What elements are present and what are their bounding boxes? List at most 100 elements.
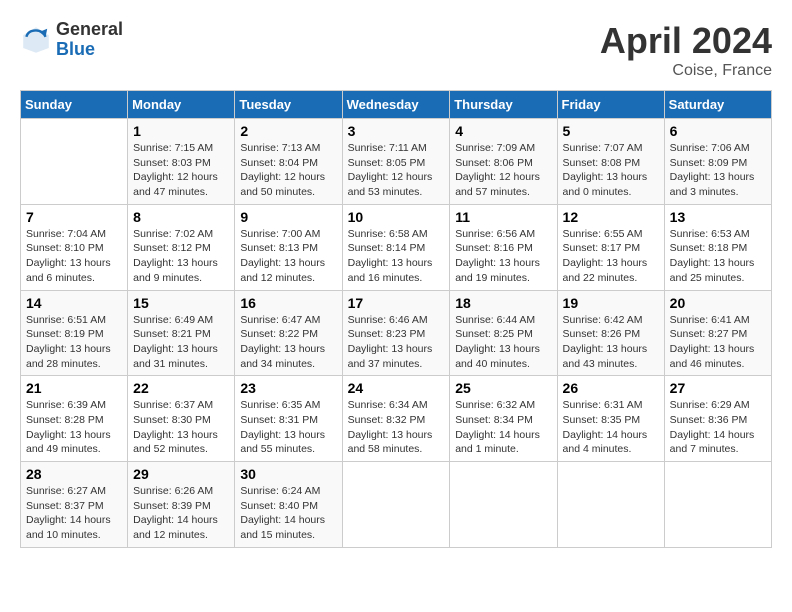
day-info: Sunrise: 7:06 AMSunset: 8:09 PMDaylight:… bbox=[670, 141, 766, 200]
location: Coise, France bbox=[600, 62, 772, 80]
logo-icon bbox=[20, 24, 52, 56]
week-row-2: 7Sunrise: 7:04 AMSunset: 8:10 PMDaylight… bbox=[21, 204, 772, 290]
day-cell: 5Sunrise: 7:07 AMSunset: 8:08 PMDaylight… bbox=[557, 119, 664, 205]
day-number: 3 bbox=[348, 123, 445, 139]
day-number: 2 bbox=[240, 123, 336, 139]
day-info: Sunrise: 6:29 AMSunset: 8:36 PMDaylight:… bbox=[670, 398, 766, 457]
day-cell: 21 Sunrise: 6:39 AMSunset: 8:28 PMDayligh… bbox=[21, 376, 128, 462]
day-cell: 19 Sunrise: 6:42 AMSunset: 8:26 PMDayligh… bbox=[557, 290, 664, 376]
header-row: SundayMondayTuesdayWednesdayThursdayFrid… bbox=[21, 91, 772, 119]
day-number: 6 bbox=[670, 123, 766, 139]
day-cell: 13Sunrise: 6:53 AMSunset: 8:18 PMDayligh… bbox=[664, 204, 771, 290]
day-cell: 6 Sunrise: 7:06 AMSunset: 8:09 PMDaylight… bbox=[664, 119, 771, 205]
day-info: Sunrise: 6:46 AMSunset: 8:23 PMDaylight:… bbox=[348, 313, 445, 372]
day-number: 9 bbox=[240, 209, 336, 225]
day-number: 15 bbox=[133, 295, 229, 311]
day-info: Sunrise: 6:58 AMSunset: 8:14 PMDaylight:… bbox=[348, 227, 445, 286]
day-cell: 4Sunrise: 7:09 AMSunset: 8:06 PMDaylight… bbox=[450, 119, 557, 205]
day-number: 12 bbox=[563, 209, 659, 225]
day-number: 13 bbox=[670, 209, 766, 225]
day-number: 25 bbox=[455, 380, 551, 396]
day-number: 30 bbox=[240, 466, 336, 482]
day-info: Sunrise: 6:35 AMSunset: 8:31 PMDaylight:… bbox=[240, 398, 336, 457]
week-row-4: 21 Sunrise: 6:39 AMSunset: 8:28 PMDayligh… bbox=[21, 376, 772, 462]
day-number: 24 bbox=[348, 380, 445, 396]
day-number: 21 bbox=[26, 380, 122, 396]
day-number: 28 bbox=[26, 466, 122, 482]
logo-general-text: General bbox=[56, 19, 123, 39]
day-cell: 15 Sunrise: 6:49 AMSunset: 8:21 PMDayligh… bbox=[128, 290, 235, 376]
day-cell bbox=[342, 462, 450, 548]
day-cell: 20 Sunrise: 6:41 AMSunset: 8:27 PMDayligh… bbox=[664, 290, 771, 376]
day-cell: 26Sunrise: 6:31 AMSunset: 8:35 PMDayligh… bbox=[557, 376, 664, 462]
day-info: Sunrise: 6:55 AMSunset: 8:17 PMDaylight:… bbox=[563, 227, 659, 286]
day-cell: 7Sunrise: 7:04 AMSunset: 8:10 PMDaylight… bbox=[21, 204, 128, 290]
column-header-tuesday: Tuesday bbox=[235, 91, 342, 119]
day-number: 20 bbox=[670, 295, 766, 311]
day-info: Sunrise: 6:56 AMSunset: 8:16 PMDaylight:… bbox=[455, 227, 551, 286]
day-number: 18 bbox=[455, 295, 551, 311]
day-number: 22 bbox=[133, 380, 229, 396]
week-row-5: 28 Sunrise: 6:27 AMSunset: 8:37 PMDayligh… bbox=[21, 462, 772, 548]
day-cell bbox=[21, 119, 128, 205]
day-cell: 30 Sunrise: 6:24 AMSunset: 8:40 PMDayligh… bbox=[235, 462, 342, 548]
day-info: Sunrise: 6:37 AMSunset: 8:30 PMDaylight:… bbox=[133, 398, 229, 457]
day-cell: 23 Sunrise: 6:35 AMSunset: 8:31 PMDayligh… bbox=[235, 376, 342, 462]
day-number: 17 bbox=[348, 295, 445, 311]
day-cell: 12 Sunrise: 6:55 AMSunset: 8:17 PMDayligh… bbox=[557, 204, 664, 290]
week-row-3: 14 Sunrise: 6:51 AMSunset: 8:19 PMDayligh… bbox=[21, 290, 772, 376]
day-info: Sunrise: 6:24 AMSunset: 8:40 PMDaylight:… bbox=[240, 484, 336, 543]
day-number: 14 bbox=[26, 295, 122, 311]
day-number: 4 bbox=[455, 123, 551, 139]
day-cell: 16Sunrise: 6:47 AMSunset: 8:22 PMDayligh… bbox=[235, 290, 342, 376]
day-info: Sunrise: 6:34 AMSunset: 8:32 PMDaylight:… bbox=[348, 398, 445, 457]
day-number: 16 bbox=[240, 295, 336, 311]
day-info: Sunrise: 6:27 AMSunset: 8:37 PMDaylight:… bbox=[26, 484, 122, 543]
day-cell: 3 Sunrise: 7:11 AMSunset: 8:05 PMDaylight… bbox=[342, 119, 450, 205]
day-cell: 14 Sunrise: 6:51 AMSunset: 8:19 PMDayligh… bbox=[21, 290, 128, 376]
day-info: Sunrise: 6:26 AMSunset: 8:39 PMDaylight:… bbox=[133, 484, 229, 543]
day-cell: 24 Sunrise: 6:34 AMSunset: 8:32 PMDayligh… bbox=[342, 376, 450, 462]
month-title: April 2024 bbox=[600, 20, 772, 62]
day-info: Sunrise: 6:41 AMSunset: 8:27 PMDaylight:… bbox=[670, 313, 766, 372]
page-header: General Blue April 2024 Coise, France bbox=[20, 20, 772, 80]
day-info: Sunrise: 7:04 AMSunset: 8:10 PMDaylight:… bbox=[26, 227, 122, 286]
day-cell: 18 Sunrise: 6:44 AMSunset: 8:25 PMDayligh… bbox=[450, 290, 557, 376]
day-cell: 9 Sunrise: 7:00 AMSunset: 8:13 PMDaylight… bbox=[235, 204, 342, 290]
day-info: Sunrise: 7:02 AMSunset: 8:12 PMDaylight:… bbox=[133, 227, 229, 286]
day-info: Sunrise: 7:00 AMSunset: 8:13 PMDaylight:… bbox=[240, 227, 336, 286]
logo-blue-text: Blue bbox=[56, 39, 95, 59]
column-header-monday: Monday bbox=[128, 91, 235, 119]
day-cell: 8 Sunrise: 7:02 AMSunset: 8:12 PMDaylight… bbox=[128, 204, 235, 290]
day-info: Sunrise: 6:31 AMSunset: 8:35 PMDaylight:… bbox=[563, 398, 659, 457]
day-info: Sunrise: 7:11 AMSunset: 8:05 PMDaylight:… bbox=[348, 141, 445, 200]
day-cell: 17 Sunrise: 6:46 AMSunset: 8:23 PMDayligh… bbox=[342, 290, 450, 376]
day-info: Sunrise: 6:42 AMSunset: 8:26 PMDaylight:… bbox=[563, 313, 659, 372]
day-info: Sunrise: 6:32 AMSunset: 8:34 PMDaylight:… bbox=[455, 398, 551, 457]
day-info: Sunrise: 6:49 AMSunset: 8:21 PMDaylight:… bbox=[133, 313, 229, 372]
column-header-friday: Friday bbox=[557, 91, 664, 119]
day-info: Sunrise: 6:39 AMSunset: 8:28 PMDaylight:… bbox=[26, 398, 122, 457]
day-number: 1 bbox=[133, 123, 229, 139]
day-cell: 11Sunrise: 6:56 AMSunset: 8:16 PMDayligh… bbox=[450, 204, 557, 290]
title-block: April 2024 Coise, France bbox=[600, 20, 772, 80]
day-info: Sunrise: 6:44 AMSunset: 8:25 PMDaylight:… bbox=[455, 313, 551, 372]
day-number: 19 bbox=[563, 295, 659, 311]
column-header-wednesday: Wednesday bbox=[342, 91, 450, 119]
day-number: 27 bbox=[670, 380, 766, 396]
day-cell: 27 Sunrise: 6:29 AMSunset: 8:36 PMDayligh… bbox=[664, 376, 771, 462]
day-cell: 25 Sunrise: 6:32 AMSunset: 8:34 PMDayligh… bbox=[450, 376, 557, 462]
day-info: Sunrise: 6:51 AMSunset: 8:19 PMDaylight:… bbox=[26, 313, 122, 372]
day-cell: 2 Sunrise: 7:13 AMSunset: 8:04 PMDaylight… bbox=[235, 119, 342, 205]
column-header-saturday: Saturday bbox=[664, 91, 771, 119]
day-number: 8 bbox=[133, 209, 229, 225]
day-number: 10 bbox=[348, 209, 445, 225]
calendar-table: SundayMondayTuesdayWednesdayThursdayFrid… bbox=[20, 90, 772, 548]
logo: General Blue bbox=[20, 20, 123, 60]
day-cell bbox=[557, 462, 664, 548]
day-cell bbox=[664, 462, 771, 548]
column-header-sunday: Sunday bbox=[21, 91, 128, 119]
day-number: 29 bbox=[133, 466, 229, 482]
day-info: Sunrise: 7:13 AMSunset: 8:04 PMDaylight:… bbox=[240, 141, 336, 200]
day-number: 23 bbox=[240, 380, 336, 396]
